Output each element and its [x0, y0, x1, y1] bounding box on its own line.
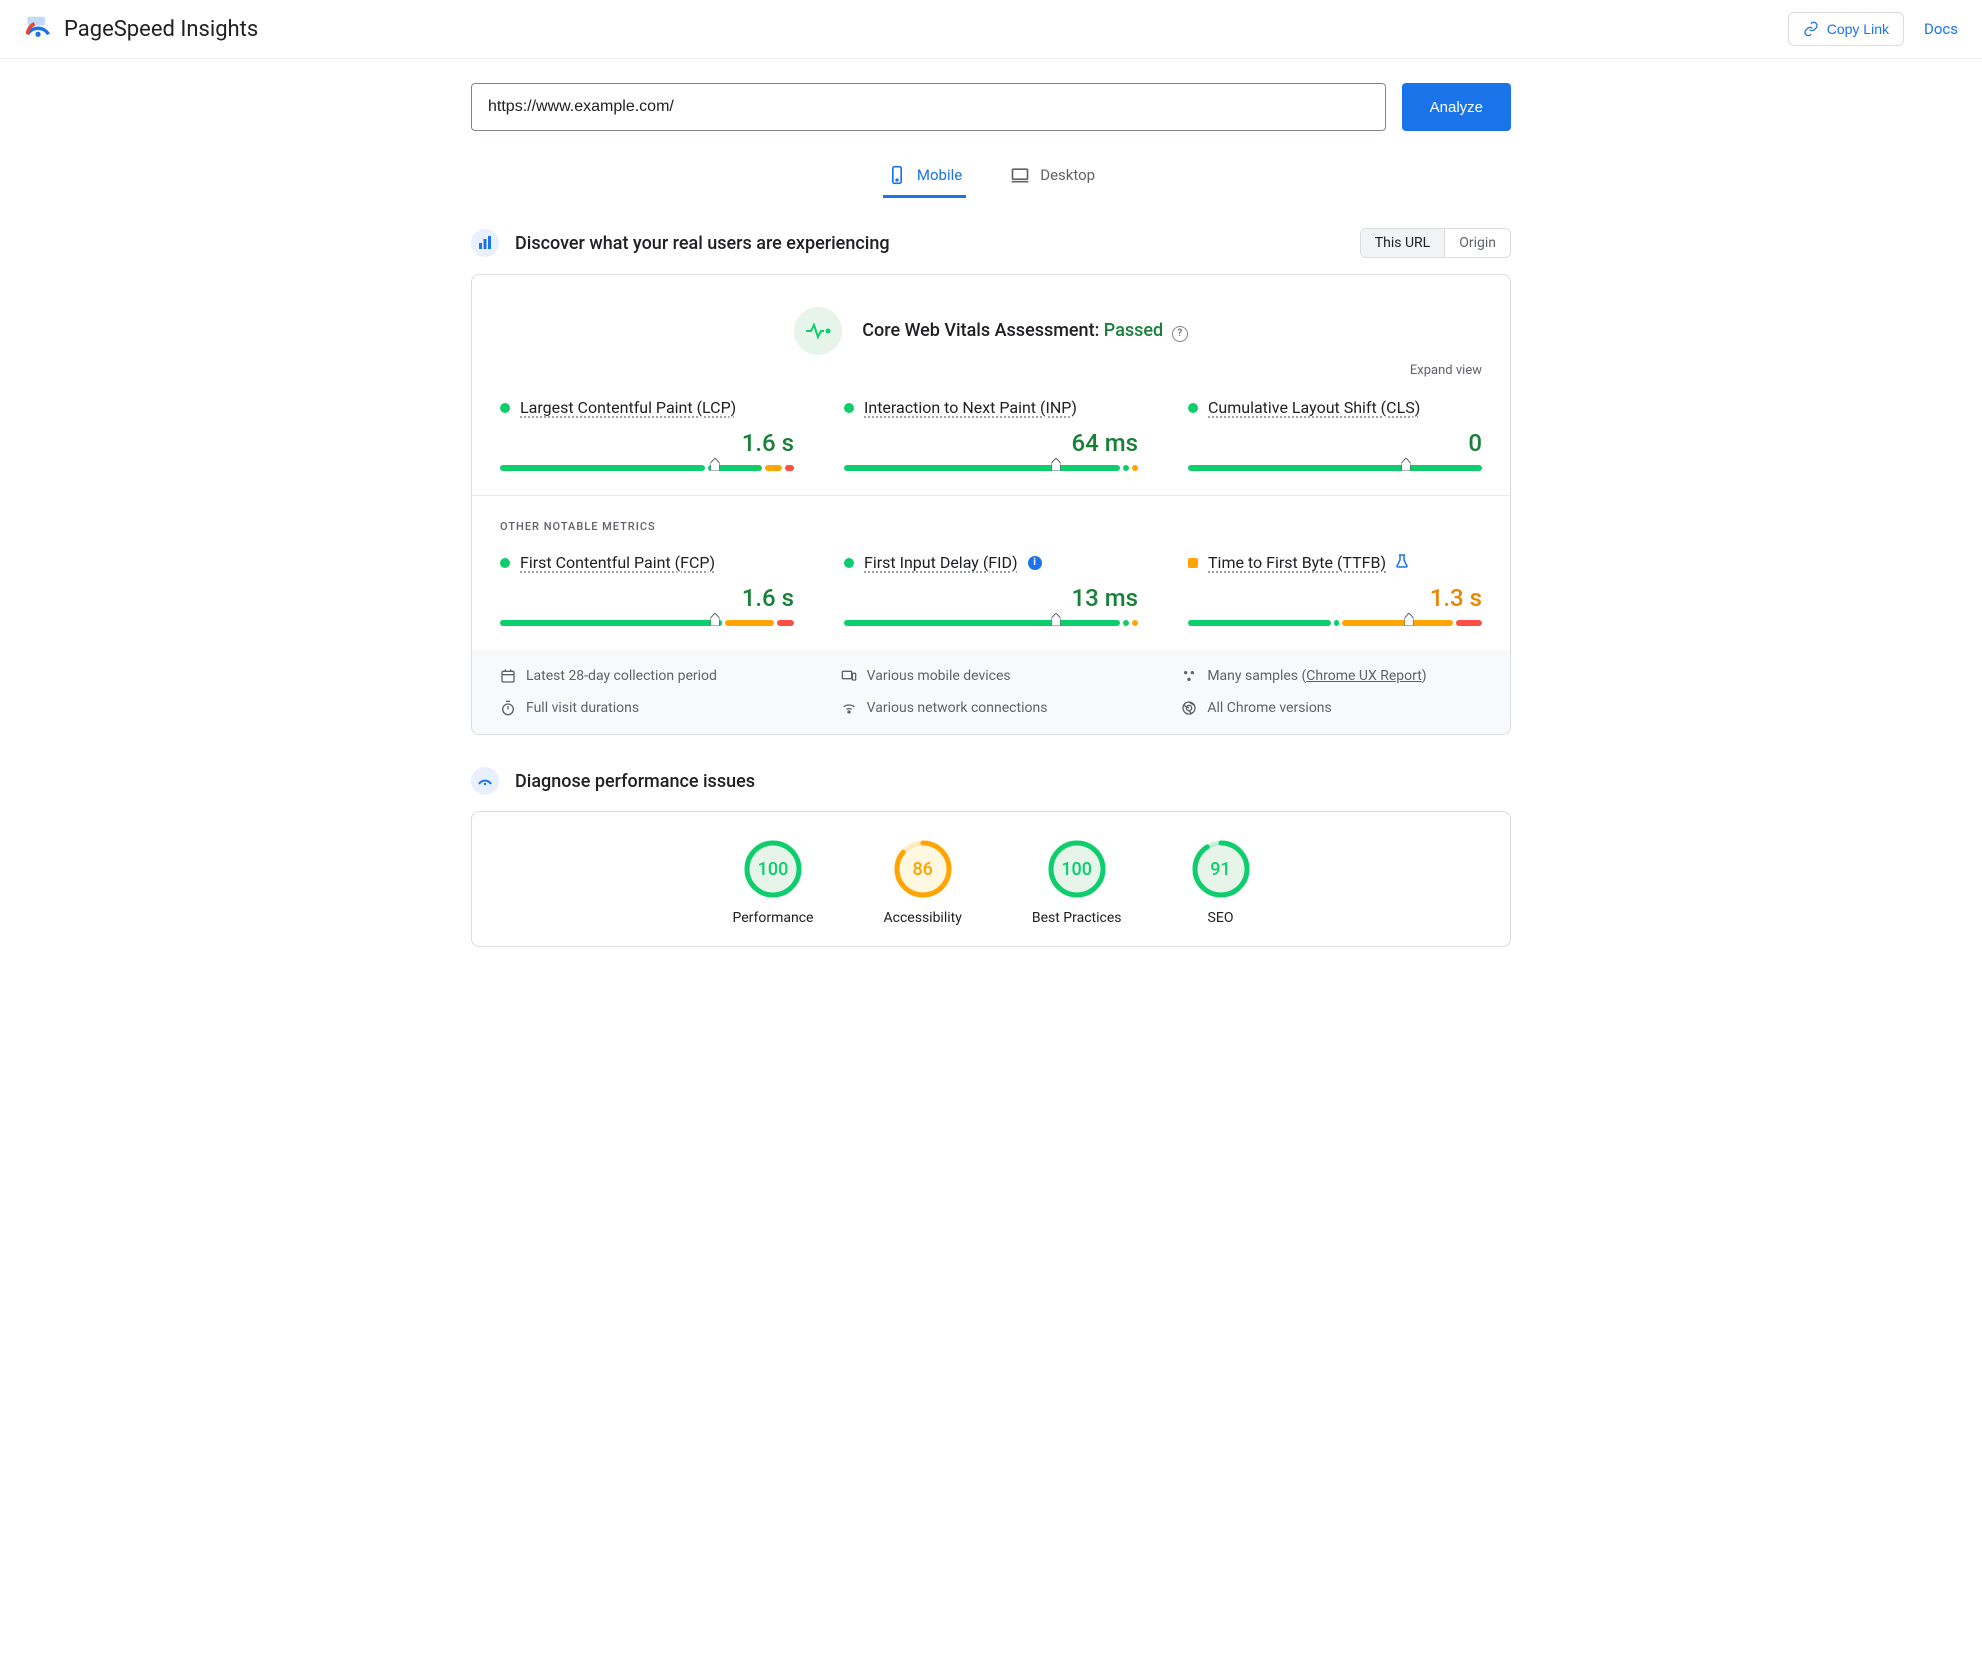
- wifi-icon: [841, 700, 857, 716]
- assessment-prefix: Core Web Vitals Assessment:: [862, 320, 1104, 341]
- gauge-row: 100 Performance 86 Accessibility 100 Best Pra…: [500, 812, 1482, 946]
- metric-fcp: First Contentful Paint (FCP) 1.6 s: [500, 553, 794, 626]
- footer-devices: Various mobile devices: [867, 668, 1011, 684]
- metric-lcp-value: 1.6 s: [500, 429, 794, 457]
- diagnose-icon: [471, 767, 499, 795]
- metric-lcp-name[interactable]: Largest Contentful Paint (LCP): [520, 398, 736, 417]
- device-tabs: Mobile Desktop: [471, 155, 1511, 198]
- metric-fid-name[interactable]: First Input Delay (FID): [864, 553, 1018, 572]
- metric-ttfb-value: 1.3 s: [1188, 584, 1482, 612]
- gauge-score: 86: [894, 840, 952, 898]
- status-dot-icon: [1188, 558, 1198, 568]
- gauge-label: Accessibility: [884, 910, 962, 926]
- samples-icon: [1181, 668, 1197, 684]
- metric-fid-bar: [844, 620, 1138, 626]
- chrome-icon: [1181, 700, 1197, 716]
- metric-fid-value: 13 ms: [844, 584, 1138, 612]
- metric-lcp: Largest Contentful Paint (LCP) 1.6 s: [500, 398, 794, 471]
- metric-inp-value: 64 ms: [844, 429, 1138, 457]
- expand-view-link[interactable]: Expand view: [500, 363, 1482, 378]
- gauge-best-practices[interactable]: 100 Best Practices: [1032, 840, 1122, 926]
- info-badge-icon[interactable]: i: [1028, 556, 1042, 570]
- topbar: PageSpeed Insights Copy Link Docs: [0, 0, 1982, 59]
- footer-durations: Full visit durations: [526, 700, 639, 716]
- toggle-this-url[interactable]: This URL: [1361, 229, 1444, 257]
- desktop-icon: [1010, 165, 1030, 185]
- url-scope-toggle: This URL Origin: [1360, 228, 1511, 258]
- metric-fcp-name[interactable]: First Contentful Paint (FCP): [520, 553, 715, 572]
- footer-period: Latest 28-day collection period: [526, 668, 717, 684]
- metric-cls-value: 0: [1188, 429, 1482, 457]
- discover-title: Discover what your real users are experi…: [515, 233, 890, 254]
- status-dot-icon: [500, 558, 510, 568]
- status-dot-icon: [500, 403, 510, 413]
- metric-cls: Cumulative Layout Shift (CLS) 0: [1188, 398, 1482, 471]
- diagnose-header: Diagnose performance issues: [471, 767, 1511, 795]
- gauge-label: Performance: [733, 910, 814, 926]
- status-dot-icon: [844, 403, 854, 413]
- gauge-icon: [477, 773, 493, 789]
- metric-ttfb-bar: [1188, 620, 1482, 626]
- metric-lcp-bar: [500, 465, 794, 471]
- footer-versions: All Chrome versions: [1207, 700, 1331, 716]
- docs-link[interactable]: Docs: [1924, 20, 1958, 38]
- url-input[interactable]: [471, 83, 1386, 131]
- link-icon: [1803, 21, 1819, 37]
- metric-fcp-value: 1.6 s: [500, 584, 794, 612]
- status-dot-icon: [844, 558, 854, 568]
- diagnose-title: Diagnose performance issues: [515, 771, 755, 792]
- field-data-card: Core Web Vitals Assessment: Passed ? Exp…: [471, 274, 1511, 735]
- gauge-score: 100: [744, 840, 802, 898]
- assessment-text: Core Web Vitals Assessment: Passed ?: [862, 320, 1187, 342]
- mobile-icon: [887, 165, 907, 185]
- metric-fcp-bar: [500, 620, 794, 626]
- core-metrics-grid: Largest Contentful Paint (LCP) 1.6 s Int…: [500, 398, 1482, 471]
- pulse-icon: [794, 307, 842, 355]
- copy-link-button[interactable]: Copy Link: [1788, 12, 1904, 46]
- lighthouse-card: 100 Performance 86 Accessibility 100 Best Pra…: [471, 811, 1511, 947]
- metric-inp: Interaction to Next Paint (INP) 64 ms: [844, 398, 1138, 471]
- gauge-accessibility[interactable]: 86 Accessibility: [884, 840, 962, 926]
- status-dot-icon: [1188, 403, 1198, 413]
- gauge-score: 100: [1048, 840, 1106, 898]
- footer-connections: Various network connections: [867, 700, 1048, 716]
- gauge-label: SEO: [1208, 910, 1234, 926]
- assessment-status: Passed: [1104, 320, 1163, 341]
- analyze-button[interactable]: Analyze: [1402, 83, 1511, 131]
- gauge-seo[interactable]: 91 SEO: [1192, 840, 1250, 926]
- metric-ttfb: Time to First Byte (TTFB) 1.3 s: [1188, 553, 1482, 626]
- gauge-performance[interactable]: 100 Performance: [733, 840, 814, 926]
- discover-icon: [471, 229, 499, 257]
- flask-icon[interactable]: [1396, 554, 1408, 572]
- tab-desktop-label: Desktop: [1040, 166, 1095, 184]
- toggle-origin[interactable]: Origin: [1444, 229, 1510, 257]
- tab-desktop[interactable]: Desktop: [1006, 155, 1099, 198]
- metric-inp-name[interactable]: Interaction to Next Paint (INP): [864, 398, 1077, 417]
- metric-cls-bar: [1188, 465, 1482, 471]
- url-row: Analyze: [471, 83, 1511, 131]
- other-metrics-grid: First Contentful Paint (FCP) 1.6 s First…: [500, 553, 1482, 626]
- app-title: PageSpeed Insights: [64, 17, 258, 42]
- copy-link-label: Copy Link: [1827, 21, 1889, 37]
- gauge-score: 91: [1192, 840, 1250, 898]
- stopwatch-icon: [500, 700, 516, 716]
- metric-fid: First Input Delay (FID) i 13 ms: [844, 553, 1138, 626]
- other-notable-label: OTHER NOTABLE METRICS: [500, 520, 1482, 533]
- devices-icon: [841, 668, 857, 684]
- assessment-row: Core Web Vitals Assessment: Passed ?: [500, 307, 1482, 355]
- tab-mobile[interactable]: Mobile: [883, 155, 966, 198]
- discover-header: Discover what your real users are experi…: [471, 228, 1511, 258]
- metric-ttfb-name[interactable]: Time to First Byte (TTFB): [1208, 553, 1386, 572]
- calendar-icon: [500, 668, 516, 684]
- chrome-ux-link[interactable]: Chrome UX Report: [1306, 668, 1421, 684]
- field-data-footer: Latest 28-day collection period Various …: [472, 650, 1510, 734]
- footer-samples: Many samples (Chrome UX Report): [1207, 668, 1426, 684]
- metric-inp-bar: [844, 465, 1138, 471]
- help-icon[interactable]: ?: [1172, 326, 1188, 342]
- app-logo-icon: [24, 15, 52, 43]
- metric-cls-name[interactable]: Cumulative Layout Shift (CLS): [1208, 398, 1420, 417]
- bar-chart-icon: [477, 235, 493, 251]
- tab-mobile-label: Mobile: [917, 166, 962, 184]
- gauge-label: Best Practices: [1032, 910, 1122, 926]
